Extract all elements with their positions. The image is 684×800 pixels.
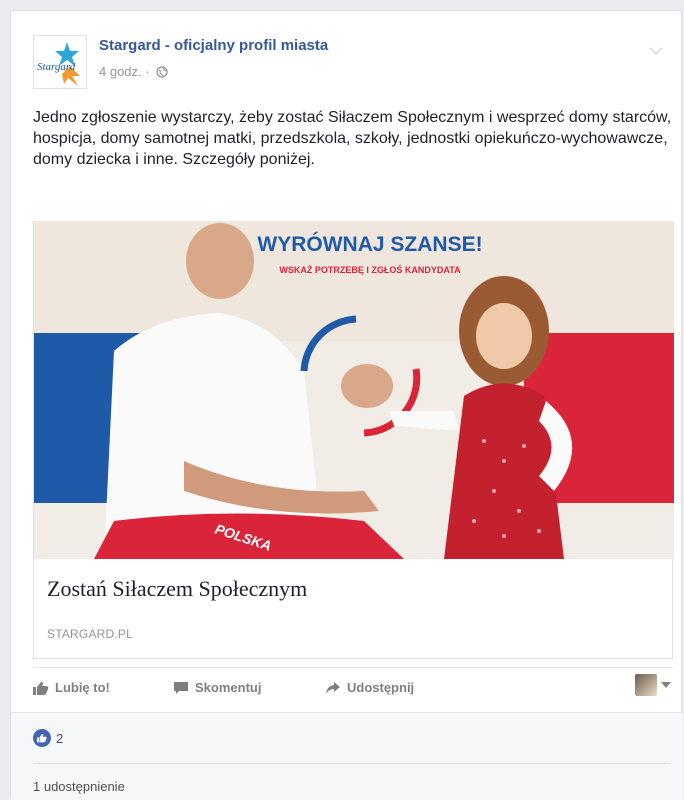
comment-icon [174, 681, 188, 694]
like-label: Lubię to! [55, 680, 110, 695]
action-bar: Lubię to! Skomentuj Udostępnij [33, 667, 673, 707]
post-meta: 4 godz. · [99, 64, 168, 81]
share-button[interactable]: Udostępnij [325, 680, 414, 695]
author-name[interactable]: Stargard - oficjalny profil miasta [99, 37, 328, 54]
post-as-selector[interactable] [635, 674, 671, 696]
divider [33, 763, 671, 764]
like-count-value: 2 [56, 730, 64, 746]
post-card: Stargard Stargard - oficjalny profil mia… [10, 10, 683, 800]
link-title[interactable]: Zostań Siłaczem Społecznym [47, 576, 307, 602]
comment-button[interactable]: Skomentuj [173, 680, 261, 695]
banner-title: WYRÓWNAJ SZANSE! [257, 232, 482, 256]
campaign-banner: POLSKA WYRÓWNAJ SZANSE! WSKAŻ POTRZEBĘ I… [34, 221, 674, 559]
thumbs-up-icon [33, 681, 49, 695]
post-text: Jedno zgłoszenie wystarczy, żeby zostać … [33, 109, 672, 168]
share-count[interactable]: 1 udostępnienie [33, 779, 125, 794]
reactions-section: 2 1 udostępnienie [11, 712, 683, 800]
user-avatar [635, 674, 657, 696]
page-avatar[interactable]: Stargard [33, 35, 87, 89]
share-arrow-icon [326, 681, 340, 694]
banner-subtitle: WSKAŻ POTRZEBĘ I ZGŁOŚ KANDYDATA [279, 264, 461, 275]
link-preview[interactable]: POLSKA WYRÓWNAJ SZANSE! WSKAŻ POTRZEBĘ I… [33, 221, 674, 659]
post-time[interactable]: 4 godz. [99, 64, 142, 79]
share-label: Udostępnij [347, 680, 415, 695]
meta-separator: · [145, 64, 150, 79]
globe-icon [156, 66, 168, 81]
caret-down-icon [661, 682, 671, 688]
chevron-down-icon[interactable] [649, 43, 663, 61]
link-image[interactable]: POLSKA WYRÓWNAJ SZANSE! WSKAŻ POTRZEBĘ I… [34, 221, 674, 559]
avatar-logo-text: Stargard [37, 61, 76, 73]
post-header: Stargard Stargard - oficjalny profil mia… [33, 35, 669, 91]
comment-label: Skomentuj [195, 680, 262, 695]
like-count[interactable]: 2 [33, 729, 63, 747]
like-button[interactable]: Lubię to! [33, 680, 110, 695]
like-reaction-icon [33, 729, 51, 747]
stargard-logo: Stargard [34, 36, 86, 88]
link-domain: STARGARD.PL [47, 627, 133, 641]
